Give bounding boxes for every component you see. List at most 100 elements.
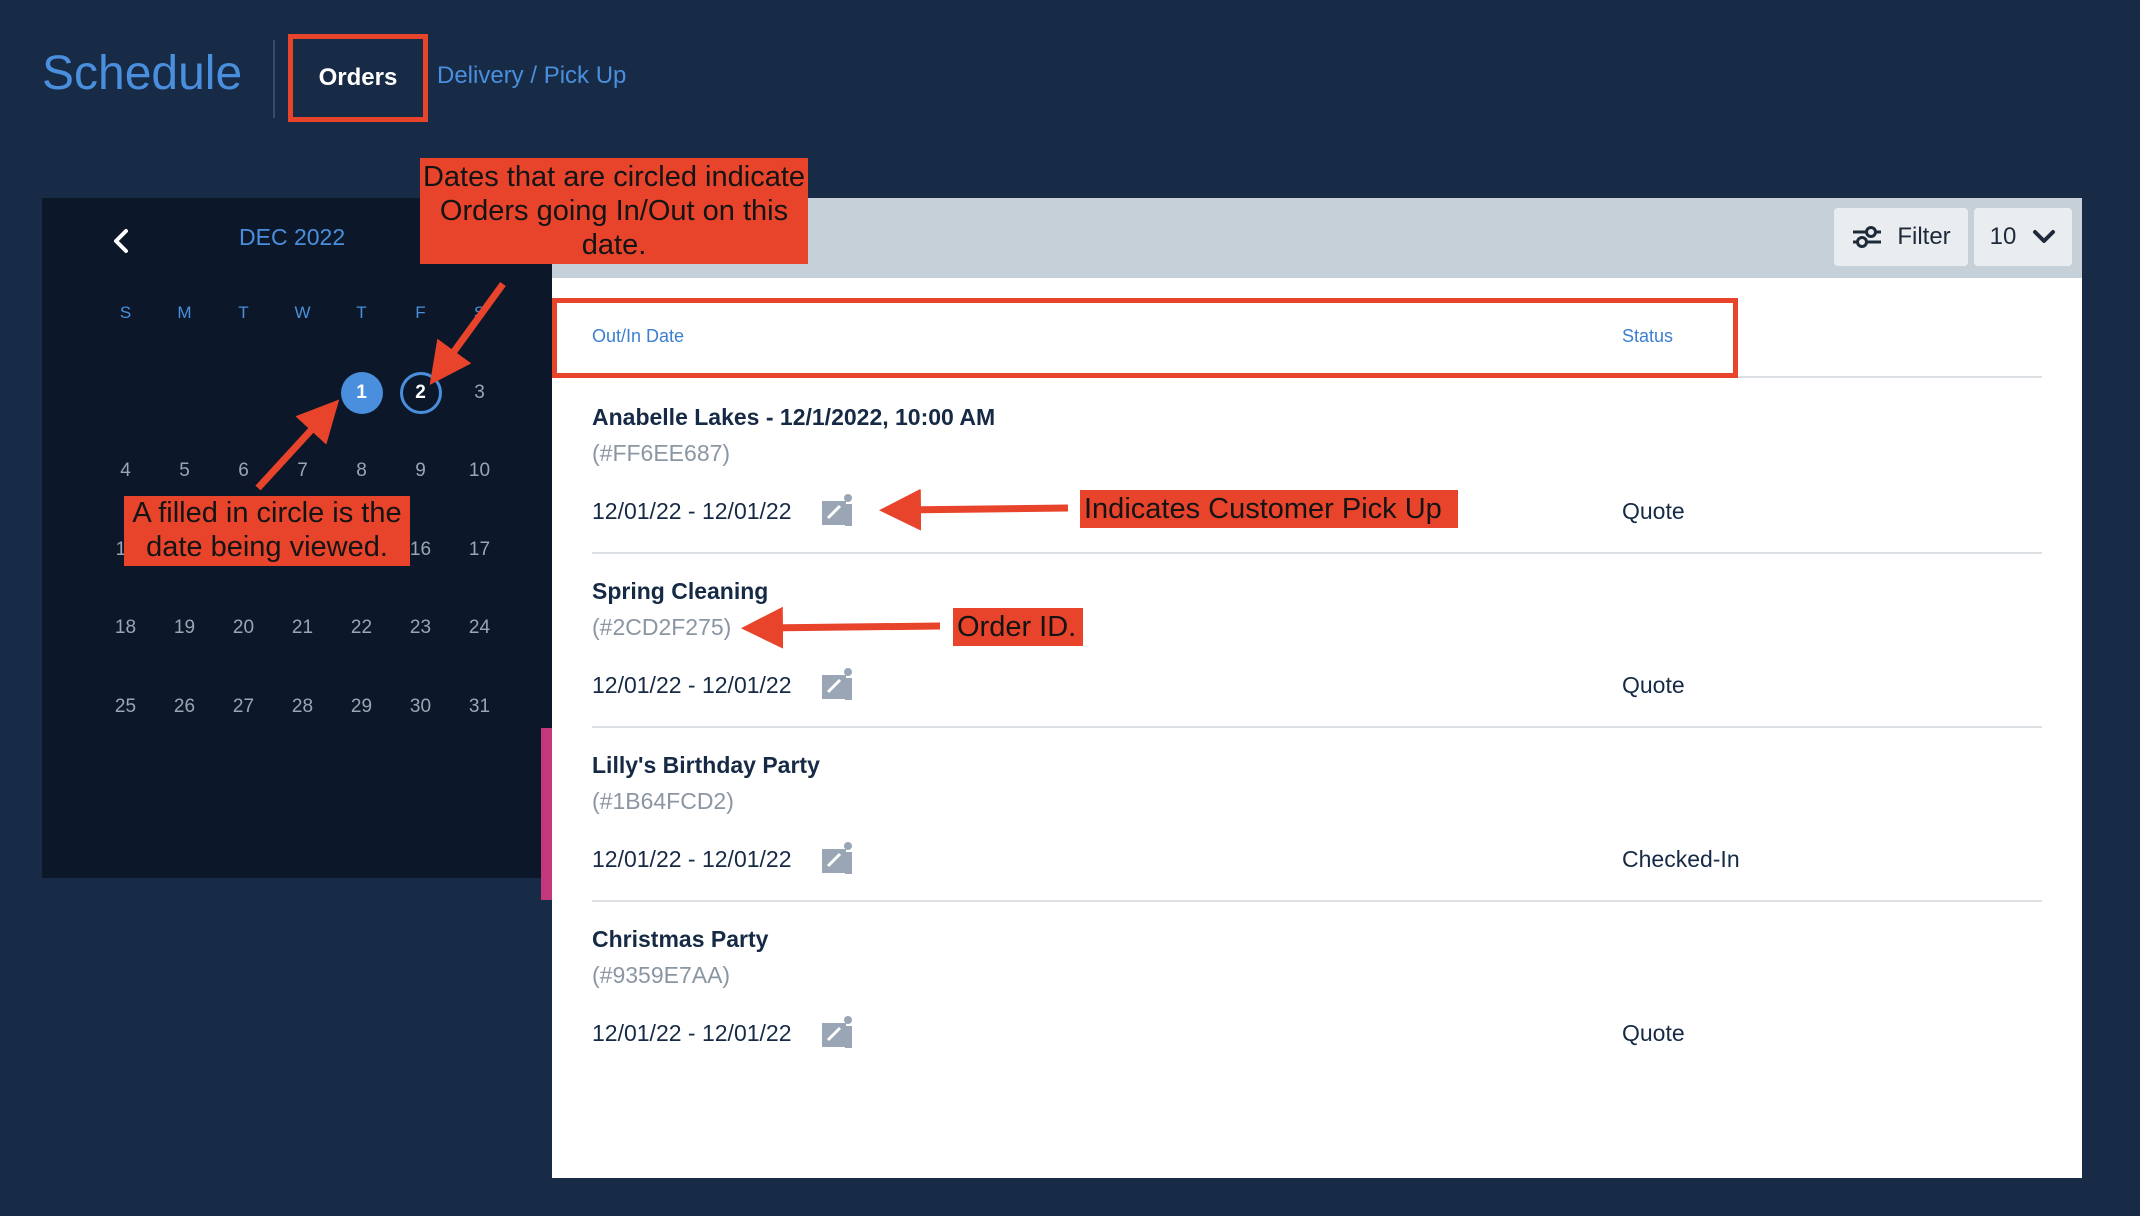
weekday-label: F <box>415 303 426 322</box>
tab-delivery-pickup[interactable]: Delivery / Pick Up <box>437 62 626 90</box>
calendar-day-number: 25 <box>114 695 137 717</box>
calendar-day-number: 18 <box>114 617 137 638</box>
chevron-left-icon <box>114 229 128 253</box>
annotation-circled-dates: Dates that are circled indicate Orders g… <box>420 158 808 264</box>
calendar-day-number: 4 <box>120 460 131 481</box>
filter-button-label: Filter <box>1897 223 1951 250</box>
calendar-month-label: DEC 2022 <box>239 224 346 250</box>
order-id: (#1B64FCD2) <box>592 788 734 814</box>
calendar-day-number: 27 <box>232 695 255 717</box>
calendar-day-number: 2 <box>399 371 442 414</box>
calendar-day-number: 17 <box>468 538 491 560</box>
order-title[interactable]: Anabelle Lakes - 12/1/2022, 10:00 AM <box>592 404 995 431</box>
calendar-day[interactable]: 30 <box>391 696 450 775</box>
order-dates: 12/01/22 - 12/01/22 <box>592 846 792 872</box>
calendar-day-number: 23 <box>409 617 432 638</box>
calendar-day[interactable]: 23 <box>391 617 450 696</box>
calendar-day[interactable]: 20 <box>214 617 273 696</box>
sliders-icon <box>1853 226 1882 248</box>
calendar-day-number: 21 <box>291 617 314 638</box>
weekday-label: W <box>294 303 311 322</box>
annotation-customer-pickup: Indicates Customer Pick Up <box>1080 490 1458 528</box>
calendar-day[interactable]: 24 <box>450 617 509 696</box>
calendar-day-number: 26 <box>173 695 196 717</box>
annotation-filled-circle: A filled in circle is the date being vie… <box>124 496 410 566</box>
calendar-day-number: 9 <box>415 460 426 481</box>
calendar-day-number: 5 <box>179 460 190 481</box>
tab-orders-label: Orders <box>318 64 398 91</box>
page-size-value: 10 <box>1989 223 2017 250</box>
weekday-label: T <box>356 303 367 322</box>
order-row[interactable]: Lilly's Birthday Party (#1B64FCD2) 12/01/2… <box>592 728 2042 902</box>
calendar-day[interactable]: 28 <box>273 696 332 775</box>
weekday-label: M <box>177 303 192 322</box>
calendar-day[interactable]: 10 <box>450 460 509 539</box>
calendar-day-number: 29 <box>350 695 373 717</box>
order-id: (#FF6EE687) <box>592 440 731 466</box>
calendar-day[interactable]: 1 <box>332 371 391 461</box>
table-header: Out/In Date Status <box>592 326 2042 378</box>
calendar-day-number: 28 <box>291 695 314 717</box>
header-divider <box>273 40 275 118</box>
calendar-day-number: 20 <box>232 617 255 638</box>
weekday-label: S <box>119 303 132 322</box>
calendar-day[interactable]: 25 <box>96 696 155 775</box>
calendar-day[interactable]: 18 <box>96 617 155 696</box>
calendar-day[interactable]: 31 <box>450 696 509 775</box>
order-dates: 12/01/22 - 12/01/22 <box>592 1020 792 1046</box>
calendar-day[interactable]: 3 <box>450 382 509 461</box>
weekday-label: S <box>473 303 486 322</box>
calendar-day[interactable]: 27 <box>214 696 273 775</box>
tab-orders[interactable]: Orders <box>288 34 428 122</box>
calendar-day-number: 7 <box>297 460 308 481</box>
calendar-day-number: 3 <box>474 381 485 403</box>
order-id: (#2CD2F275) <box>592 614 732 640</box>
order-status: Quote <box>1622 498 1685 524</box>
chevron-down-icon <box>2033 230 2056 243</box>
annotation-order-id: Order ID. <box>953 608 1083 646</box>
page-title: Schedule <box>42 47 243 100</box>
calendar-day-number: 24 <box>468 617 491 638</box>
customer-pickup-icon <box>820 492 856 528</box>
calendar-day-number: 19 <box>173 617 196 638</box>
order-dates: 12/01/22 - 12/01/22 <box>592 672 792 698</box>
order-title[interactable]: Spring Cleaning <box>592 578 768 605</box>
calendar-day-number: 6 <box>238 460 249 481</box>
filter-button[interactable]: Filter <box>1834 208 1968 266</box>
order-status: Checked-In <box>1622 846 1740 872</box>
order-title[interactable]: Christmas Party <box>592 926 768 953</box>
column-header-status[interactable]: Status <box>1622 326 1673 347</box>
order-id: (#9359E7AA) <box>592 962 731 988</box>
customer-pickup-icon <box>820 1014 856 1050</box>
calendar-day[interactable]: 22 <box>332 617 391 696</box>
calendar-day[interactable]: 19 <box>155 617 214 696</box>
calendar-day[interactable]: 26 <box>155 696 214 775</box>
calendar-day-number: 10 <box>468 460 491 481</box>
calendar-prev-button[interactable] <box>106 226 136 256</box>
order-row[interactable]: Spring Cleaning (#2CD2F275) 12/01/22 - 12/… <box>592 554 2042 728</box>
customer-pickup-icon <box>820 666 856 702</box>
order-row[interactable]: Christmas Party (#9359E7AA) 12/01/22 - 12/… <box>592 902 2042 1076</box>
calendar-blank <box>155 382 214 461</box>
order-title[interactable]: Lilly's Birthday Party <box>592 752 820 779</box>
calendar-day-number: 31 <box>468 695 491 717</box>
calendar-day[interactable]: 2 <box>391 371 450 461</box>
order-dates: 12/01/22 - 12/01/22 <box>592 498 792 524</box>
calendar-day[interactable]: 29 <box>332 696 391 775</box>
calendar-blank <box>273 382 332 461</box>
calendar-day[interactable]: 17 <box>450 539 509 618</box>
calendar-blank <box>96 382 155 461</box>
calendar-day-number: 1 <box>340 371 383 414</box>
orders-panel: Out/In Date Status Anabelle Lakes - 12/1… <box>552 278 2082 1178</box>
order-status: Quote <box>1622 1020 1685 1046</box>
column-header-date[interactable]: Out/In Date <box>592 326 684 347</box>
customer-pickup-icon <box>820 840 856 876</box>
page-size-select[interactable]: 10 <box>1974 208 2072 266</box>
calendar-day[interactable]: 21 <box>273 617 332 696</box>
calendar-day-number: 22 <box>350 617 373 638</box>
order-status: Quote <box>1622 672 1685 698</box>
calendar-day-number: 30 <box>409 695 432 717</box>
selected-indicator-strip <box>541 728 552 900</box>
calendar-blank <box>214 382 273 461</box>
weekday-label: T <box>238 303 249 322</box>
